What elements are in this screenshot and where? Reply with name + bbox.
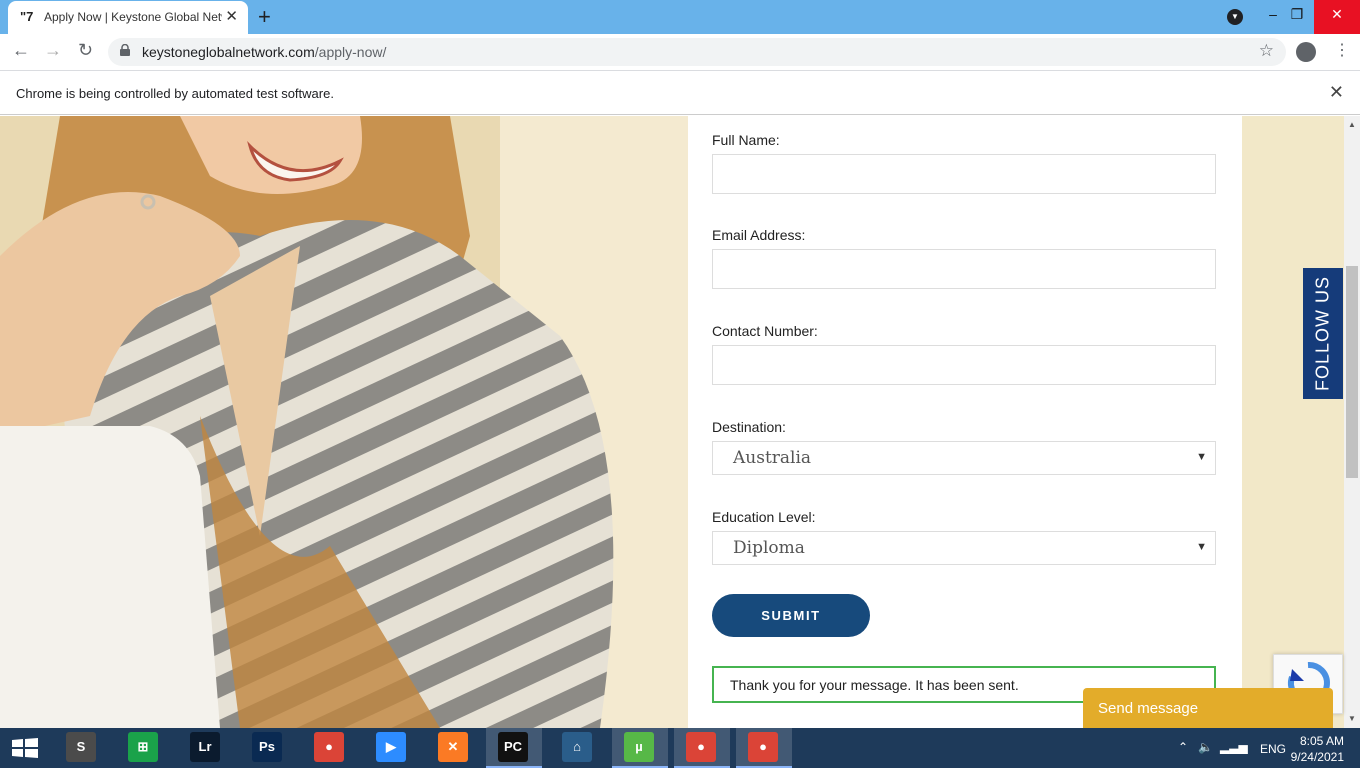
taskbar-chrome-icon[interactable]: ● [314, 732, 344, 762]
infobar-message: Chrome is being controlled by automated … [16, 86, 334, 101]
volume-icon[interactable]: 🔈 [1198, 740, 1213, 754]
tab-bar: "7 Apply Now | Keystone Global Network ✕… [0, 0, 1360, 34]
education-level-label: Education Level: [712, 509, 816, 525]
account-avatar-icon[interactable] [1296, 42, 1316, 62]
taskbar-chrome-3-icon[interactable]: ● [748, 732, 778, 762]
tray-overflow-icon[interactable]: ⌃ [1178, 740, 1188, 754]
taskbar-xampp-icon[interactable]: ✕ [438, 732, 468, 762]
language-indicator[interactable]: ENG [1260, 742, 1286, 756]
automation-infobar: Chrome is being controlled by automated … [0, 72, 1360, 115]
system-tray: ⌃ 🔈 ▂▃▅ ENG 8:05 AM 9/24/2021 [1160, 728, 1360, 768]
scroll-down-icon[interactable]: ▼ [1348, 714, 1356, 723]
destination-label: Destination: [712, 419, 786, 435]
address-bar: ← → ↻ keystoneglobalnetwork.com/apply-no… [0, 34, 1360, 71]
contact-number-input[interactable] [712, 345, 1216, 385]
email-label: Email Address: [712, 227, 806, 243]
submit-button[interactable]: SUBMIT [712, 594, 870, 637]
scrollbar-thumb[interactable] [1346, 266, 1358, 478]
url-field[interactable]: keystoneglobalnetwork.com/apply-now/ ☆ [108, 38, 1286, 66]
windows-start-icon[interactable] [12, 738, 38, 758]
url-text: keystoneglobalnetwork.com/apply-now/ [142, 44, 386, 60]
menu-kebab-icon[interactable]: ⋮ [1334, 40, 1350, 60]
taskbar-store-icon[interactable]: ⊞ [128, 732, 158, 762]
tab-apply-now[interactable]: "7 Apply Now | Keystone Global Network ✕ [8, 1, 248, 34]
new-tab-button[interactable]: + [258, 4, 271, 30]
taskbar-pycharm-icon[interactable]: PC [498, 732, 528, 762]
taskbar-photoshop-icon[interactable]: Ps [252, 732, 282, 762]
apply-form: Full Name: Email Address: Contact Number… [688, 116, 1242, 728]
lock-icon [120, 44, 130, 56]
follow-us-tab[interactable]: FOLLOW US [1303, 268, 1343, 399]
url-path: /apply-now/ [314, 44, 387, 60]
chevron-down-icon: ▼ [1196, 541, 1207, 553]
clock-date[interactable]: 9/24/2021 [1291, 750, 1344, 764]
taskbar-zoom-icon[interactable]: ▶ [376, 732, 406, 762]
scroll-up-icon[interactable]: ▲ [1348, 120, 1356, 129]
windows-taskbar: S ⊞ Lr Ps ● ▶ ✕ PC ⌂ µ ● ● ⌃ 🔈 ▂▃▅ ENG 8:05 AM 9/24… [0, 728, 1360, 768]
bookmark-star-icon[interactable]: ☆ [1259, 41, 1274, 61]
taskbar-utorrent-icon[interactable]: µ [624, 732, 654, 762]
contact-number-label: Contact Number: [712, 323, 818, 339]
full-name-input[interactable] [712, 154, 1216, 194]
page-scrollbar[interactable]: ▲ ▼ [1344, 116, 1360, 728]
send-message-label: Send message [1098, 700, 1199, 717]
infobar-close-icon[interactable]: ✕ [1329, 82, 1344, 103]
taskbar-mysql-workbench-icon[interactable]: ⌂ [562, 732, 592, 762]
network-icon[interactable]: ▂▃▅ [1220, 740, 1248, 754]
window-close-button[interactable]: ✕ [1314, 0, 1360, 34]
site-favicon-icon: "7 [20, 9, 34, 24]
follow-us-label: FOLLOW US [1312, 276, 1333, 392]
education-selected-value: Diploma [733, 538, 805, 558]
full-name-label: Full Name: [712, 132, 780, 148]
send-message-widget[interactable]: Send message [1083, 688, 1333, 728]
close-tab-icon[interactable]: ✕ [225, 7, 238, 25]
url-domain: keystoneglobalnetwork.com [142, 44, 315, 60]
education-level-select[interactable]: Diploma ▼ [712, 531, 1216, 565]
forward-arrow-icon[interactable]: → [44, 40, 62, 61]
destination-select[interactable]: Australia ▼ [712, 441, 1216, 475]
woman-photo-illustration [0, 116, 688, 728]
success-message: Thank you for your message. It has been … [730, 677, 1019, 693]
destination-selected-value: Australia [733, 448, 812, 468]
back-arrow-icon[interactable]: ← [12, 40, 30, 61]
clock-time[interactable]: 8:05 AM [1300, 734, 1344, 748]
tab-search-icon[interactable]: ▼ [1227, 9, 1243, 25]
taskbar-sublime-text-icon[interactable]: S [66, 732, 96, 762]
chevron-down-icon: ▼ [1196, 451, 1207, 463]
email-input[interactable] [712, 249, 1216, 289]
hero-photo [0, 116, 688, 728]
page-content: Full Name: Email Address: Contact Number… [0, 116, 1344, 728]
taskbar-lightroom-icon[interactable]: Lr [190, 732, 220, 762]
reload-icon[interactable]: ↻ [78, 40, 93, 61]
tab-title: Apply Now | Keystone Global Network [44, 10, 222, 24]
taskbar-chrome-2-icon[interactable]: ● [686, 732, 716, 762]
